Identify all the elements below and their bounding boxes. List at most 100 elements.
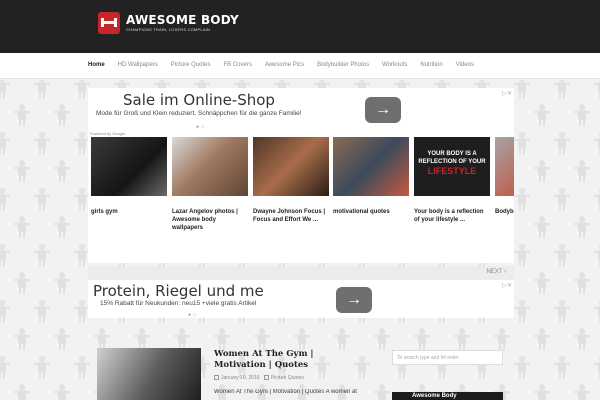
bodybuilder-silhouette-icon <box>554 300 570 322</box>
bodybuilder-silhouette-icon <box>494 328 510 350</box>
card-caption[interactable]: Bodyb... quote... Quote... <box>495 208 514 216</box>
next-button[interactable]: NEXT › <box>486 269 506 275</box>
nav-item-home[interactable]: Home <box>88 62 105 68</box>
nav-item-picture-quotes[interactable]: Picture Quotes <box>171 62 211 68</box>
carousel-card[interactable]: Dwayne Johnson Focus | Focus and Effort … <box>253 137 329 224</box>
bodybuilder-silhouette-icon <box>14 216 30 238</box>
search-input[interactable]: To search type and hit enter <box>392 350 503 365</box>
carousel-card[interactable]: YOUR BODY IS A REFLECTION OF YOUR LIFEST… <box>414 137 490 224</box>
logo-tagline: CHAMPIONS TRAIN, LOSERS COMPLAIN <box>126 26 211 32</box>
carousel-card[interactable]: girls gym <box>91 137 167 216</box>
main-nav: Home HD Wallpapers Picture Quotes FB Cov… <box>0 53 600 79</box>
bodybuilder-silhouette-icon <box>94 328 110 350</box>
bodybuilder-silhouette-icon <box>54 328 70 350</box>
card-caption[interactable]: girls gym <box>91 208 167 216</box>
bodybuilder-silhouette-icon <box>54 104 70 126</box>
nav-item-bodybuilder-photos[interactable]: Bodybuilder Photos <box>317 62 369 68</box>
carousel-card[interactable]: motivational quotes <box>333 137 409 216</box>
bodybuilder-silhouette-icon <box>34 356 50 378</box>
site-header: AWESOME BODY CHAMPIONS TRAIN, LOSERS COM… <box>0 0 600 53</box>
card-caption[interactable]: Lazar Angelov photos | Awesome body wall… <box>172 208 248 232</box>
ad-subtitle: 15% Rabatt für Neukunden: neu15 +viele g… <box>100 300 257 307</box>
bodybuilder-silhouette-icon <box>294 328 310 350</box>
nav-item-videos[interactable]: Videos <box>456 62 474 68</box>
bodybuilder-silhouette-icon <box>0 132 10 154</box>
bodybuilder-silhouette-icon <box>0 300 10 322</box>
bodybuilder-silhouette-icon <box>534 160 550 182</box>
post-date: January 10, 2016 <box>221 375 260 381</box>
bodybuilder-silhouette-icon <box>594 300 600 322</box>
bodybuilder-silhouette-icon <box>14 160 30 182</box>
nav-item-hd-wallpapers[interactable]: HD Wallpapers <box>118 62 158 68</box>
post-category[interactable]: Picture Quotes <box>271 375 304 381</box>
bodybuilder-silhouette-icon <box>574 160 590 182</box>
bodybuilder-silhouette-icon <box>594 356 600 378</box>
bodybuilder-silhouette-icon <box>534 272 550 294</box>
bodybuilder-silhouette-icon <box>594 132 600 154</box>
bodybuilder-silhouette-icon <box>34 300 50 322</box>
bodybuilder-silhouette-icon <box>554 244 570 266</box>
card-caption[interactable]: Your body is a reflection of your lifest… <box>414 208 490 224</box>
ad-title: Protein, Riegel und me <box>93 282 264 300</box>
bodybuilder-silhouette-icon <box>34 244 50 266</box>
bodybuilder-silhouette-icon <box>414 328 430 350</box>
carousel-card[interactable]: Bodyb... quote... Quote... <box>495 137 514 216</box>
bodybuilder-silhouette-icon <box>574 384 590 400</box>
bodybuilder-silhouette-icon <box>34 80 50 98</box>
bodybuilder-silhouette-icon <box>514 300 530 322</box>
ad-close-icon[interactable]: ▷✕ <box>502 282 512 289</box>
site-logo[interactable]: AWESOME BODY CHAMPIONS TRAIN, LOSERS COM… <box>98 12 239 34</box>
bodybuilder-silhouette-icon <box>534 216 550 238</box>
bodybuilder-silhouette-icon <box>0 188 10 210</box>
card-image[interactable] <box>91 137 167 196</box>
card-image[interactable]: YOUR BODY IS A REFLECTION OF YOUR LIFEST… <box>414 137 490 196</box>
bodybuilder-silhouette-icon <box>514 356 530 378</box>
bodybuilder-silhouette-icon <box>454 328 470 350</box>
bodybuilder-silhouette-icon <box>594 244 600 266</box>
ad-arrow-button[interactable]: → <box>336 287 372 313</box>
image-text: YOUR BODY IS A REFLECTION OF YOUR <box>418 151 486 165</box>
nav-item-fb-covers[interactable]: FB Covers <box>223 62 251 68</box>
bodybuilder-silhouette-icon <box>534 328 550 350</box>
card-image[interactable] <box>333 137 409 196</box>
bodybuilder-silhouette-icon <box>554 188 570 210</box>
post-meta: January 10, 2016 Picture Quotes <box>214 375 304 381</box>
nav-item-awesome-pics[interactable]: Awesome Pics <box>265 62 304 68</box>
card-caption[interactable]: Dwayne Johnson Focus | Focus and Effort … <box>253 208 329 224</box>
ad-banner-sale[interactable]: Sale im Online-Shop Mode für Groß und Kl… <box>88 88 514 130</box>
ad-arrow-button[interactable]: → <box>365 97 401 123</box>
bodybuilder-silhouette-icon <box>554 80 570 98</box>
card-image[interactable] <box>253 137 329 196</box>
post-excerpt: Women At The Gym | Motivation | Quotes A… <box>214 389 357 395</box>
carousel-next-bar: NEXT › <box>88 266 514 280</box>
bodybuilder-silhouette-icon <box>14 272 30 294</box>
nav-item-workouts[interactable]: Workouts <box>382 62 407 68</box>
carousel-card[interactable]: Lazar Angelov photos | Awesome body wall… <box>172 137 248 232</box>
card-image[interactable] <box>495 137 514 196</box>
bodybuilder-silhouette-icon <box>54 384 70 400</box>
card-image[interactable] <box>172 137 248 196</box>
nav-item-nutrition[interactable]: Nutrition <box>420 62 442 68</box>
related-carousel: Powered by Google girls gym Lazar Angelo… <box>88 130 514 263</box>
ad-subtitle: Mode für Groß und Klein reduziert. Schnä… <box>96 110 302 117</box>
bodybuilder-silhouette-icon <box>254 328 270 350</box>
bodybuilder-silhouette-icon <box>534 384 550 400</box>
bodybuilder-silhouette-icon <box>134 328 150 350</box>
bodybuilder-silhouette-icon <box>334 328 350 350</box>
powered-by-label: Powered by Google <box>90 131 126 136</box>
ad-banner-protein[interactable]: Protein, Riegel und me 15% Rabatt für Ne… <box>88 280 514 318</box>
card-caption[interactable]: motivational quotes <box>333 208 409 216</box>
bodybuilder-silhouette-icon <box>14 328 30 350</box>
ad-pager-dots-icon: ●○ <box>188 312 199 318</box>
bodybuilder-silhouette-icon <box>514 132 530 154</box>
post-thumbnail[interactable] <box>97 348 201 400</box>
bodybuilder-silhouette-icon <box>74 356 90 378</box>
bodybuilder-silhouette-icon <box>54 216 70 238</box>
bodybuilder-silhouette-icon <box>14 104 30 126</box>
bodybuilder-silhouette-icon <box>574 216 590 238</box>
ad-close-icon[interactable]: ▷✕ <box>502 90 512 97</box>
bodybuilder-silhouette-icon <box>574 272 590 294</box>
bodybuilder-silhouette-icon <box>0 80 10 98</box>
post-title[interactable]: Women At The Gym | Motivation | Quotes <box>214 349 364 371</box>
dumbbell-icon <box>98 12 120 34</box>
